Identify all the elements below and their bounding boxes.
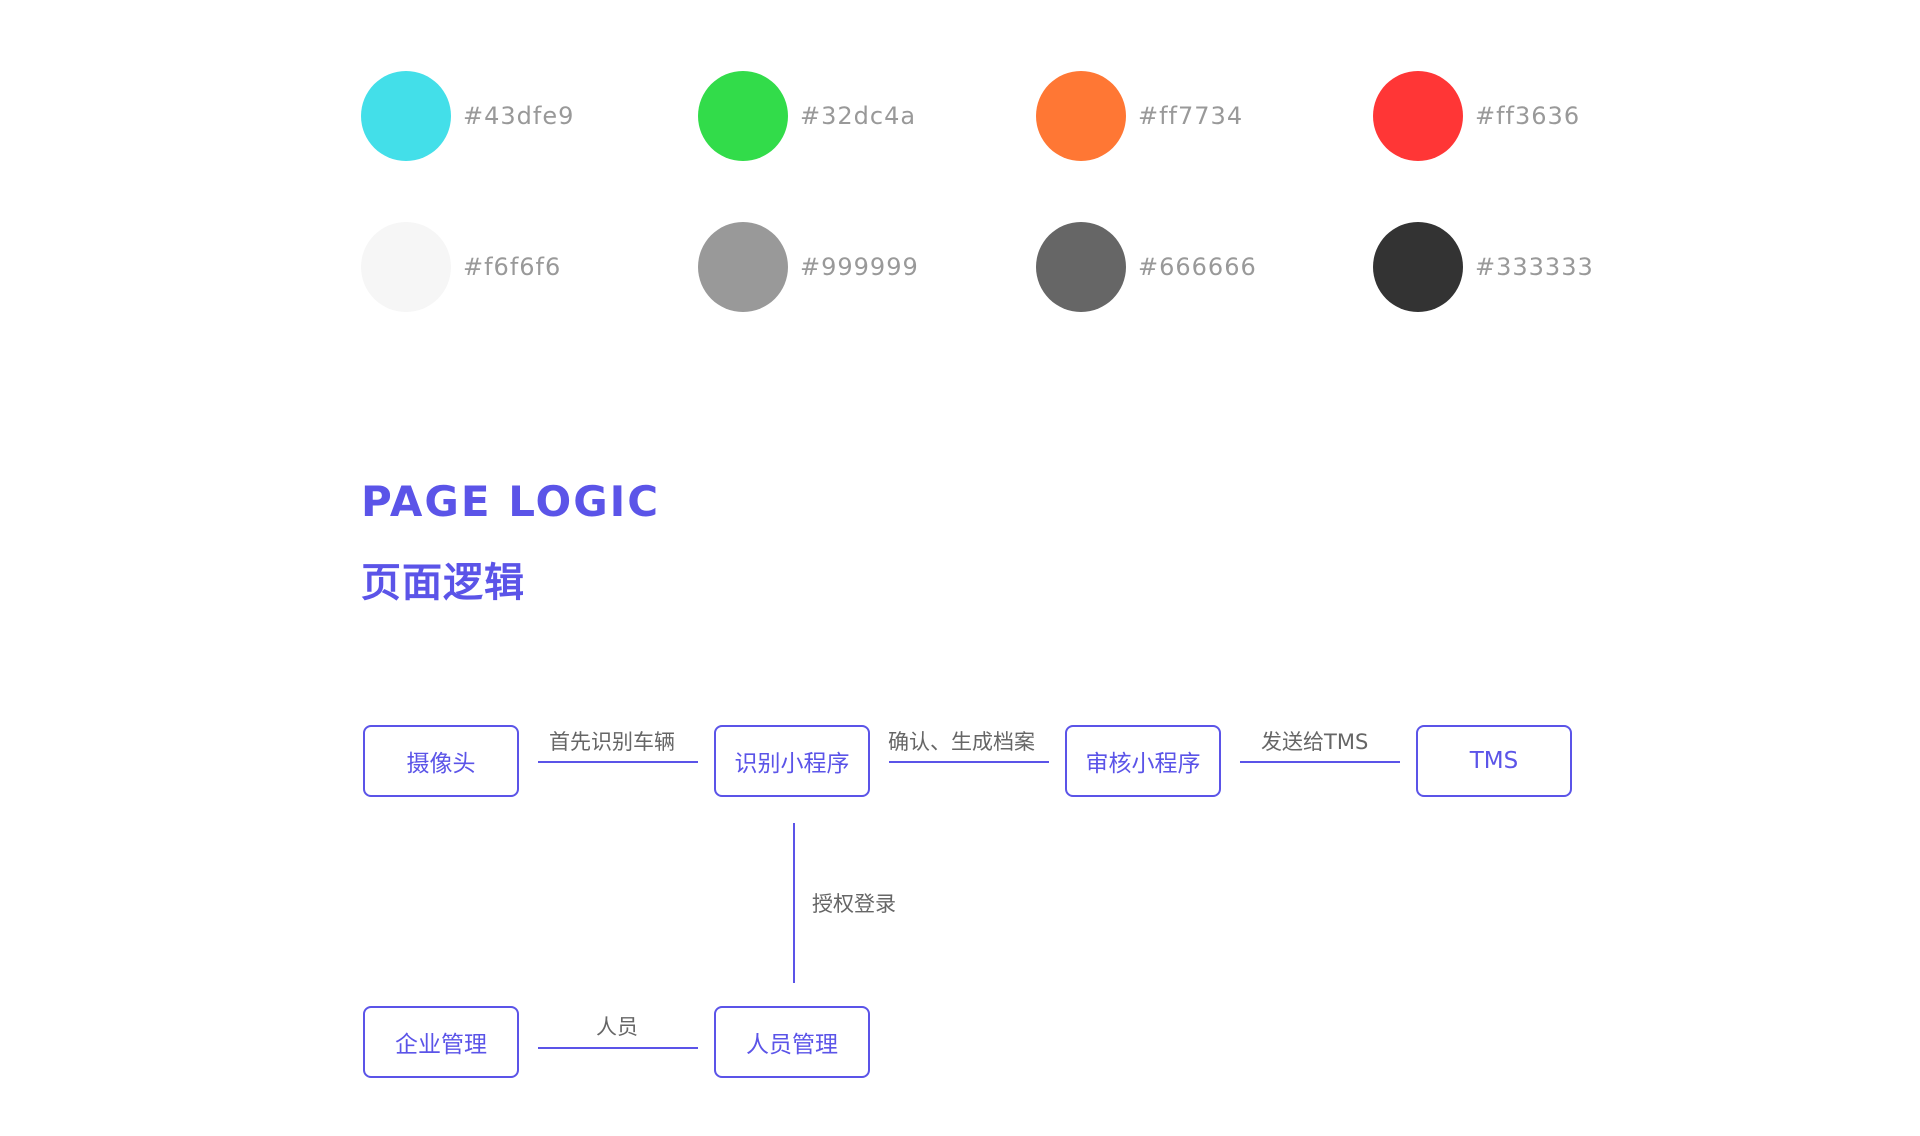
node-review-app: 审核小程序 — [1065, 725, 1221, 797]
swatch-gray: #999999 — [698, 222, 919, 312]
swatch-label: #666666 — [1138, 253, 1257, 281]
swatch-dot — [1036, 71, 1126, 161]
swatch-label: #999999 — [800, 253, 919, 281]
swatch-green: #32dc4a — [698, 71, 916, 161]
edge-line-review-tms — [1240, 761, 1400, 763]
edge-line-enterprise-personnel — [538, 1047, 698, 1049]
swatch-dot — [1036, 222, 1126, 312]
edge-label-enterprise-personnel: 人员 — [596, 1015, 638, 1039]
swatch-charcoal: #333333 — [1373, 222, 1594, 312]
node-tms: TMS — [1416, 725, 1572, 797]
node-enterprise: 企业管理 — [363, 1006, 519, 1078]
swatch-light-gray: #f6f6f6 — [361, 222, 561, 312]
section-title-zh: 页面逻辑 — [361, 560, 525, 606]
edge-line-recognition-review — [889, 761, 1049, 763]
swatch-dark-gray: #666666 — [1036, 222, 1257, 312]
swatch-label: #ff7734 — [1138, 102, 1244, 130]
edge-label-camera-recognition: 首先识别车辆 — [549, 730, 675, 754]
swatch-cyan: #43dfe9 — [361, 71, 574, 161]
swatch-label: #333333 — [1475, 253, 1594, 281]
edge-line-camera-recognition — [538, 761, 698, 763]
node-recognition-app: 识别小程序 — [714, 725, 870, 797]
swatch-dot — [698, 222, 788, 312]
swatch-red: #ff3636 — [1373, 71, 1580, 161]
swatch-label: #f6f6f6 — [463, 253, 562, 281]
swatch-dot — [698, 71, 788, 161]
edge-label-review-tms: 发送给TMS — [1261, 730, 1369, 754]
node-camera: 摄像头 — [363, 725, 519, 797]
swatch-dot — [361, 222, 451, 312]
edge-label-recognition-personnel: 授权登录 — [812, 892, 896, 916]
swatch-label: #ff3636 — [1475, 102, 1581, 130]
swatch-dot — [1373, 71, 1463, 161]
node-personnel: 人员管理 — [714, 1006, 870, 1078]
edge-label-recognition-review: 确认、生成档案 — [888, 730, 1035, 754]
section-title-en: PAGE LOGIC — [361, 477, 661, 526]
swatch-orange: #ff7734 — [1036, 71, 1243, 161]
swatch-dot — [1373, 222, 1463, 312]
swatch-label: #32dc4a — [800, 102, 917, 130]
swatch-dot — [361, 71, 451, 161]
swatch-label: #43dfe9 — [463, 102, 575, 130]
edge-line-recognition-personnel — [793, 823, 795, 983]
